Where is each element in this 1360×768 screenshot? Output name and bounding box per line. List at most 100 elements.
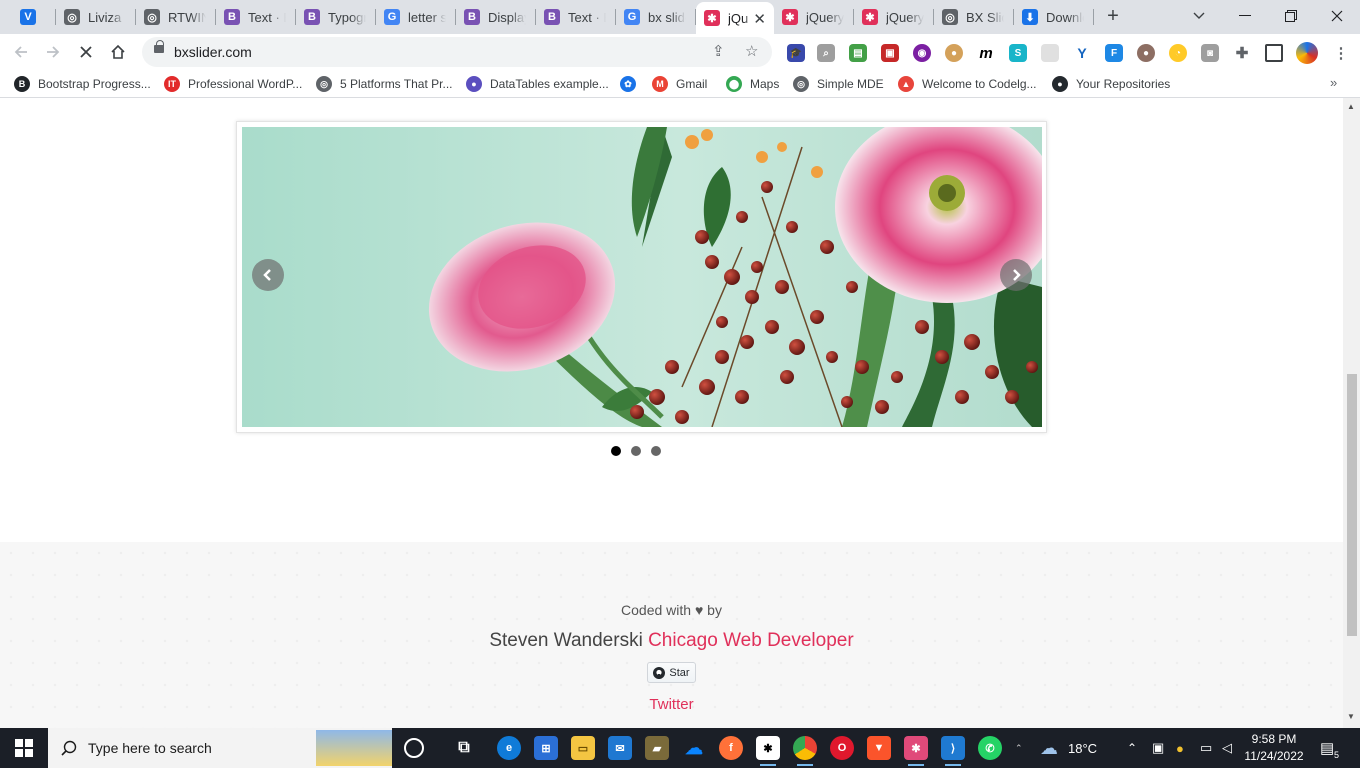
onedrive-icon[interactable]: ☁ bbox=[682, 736, 706, 760]
browser-tab[interactable]: ◎ BX Slide bbox=[934, 0, 1014, 34]
next-slide-button[interactable] bbox=[1000, 259, 1032, 291]
extension-badge-icon[interactable]: 🎓 bbox=[787, 44, 805, 62]
whatsapp-icon[interactable]: ✆ bbox=[978, 736, 1002, 760]
browser-tab[interactable]: ◎ RTWIN bbox=[136, 0, 216, 34]
bookmark-item[interactable]: ⬤ Maps bbox=[726, 75, 779, 93]
clock[interactable]: 9:58 PM 11/24/2022 bbox=[1238, 731, 1310, 765]
cortana-icon[interactable] bbox=[404, 738, 424, 758]
extension-camera-icon[interactable]: ◙ bbox=[1201, 44, 1219, 62]
brave-icon[interactable]: ▼ bbox=[867, 736, 891, 760]
volume-icon[interactable]: ◁ bbox=[1222, 728, 1232, 768]
firefox-icon[interactable]: f bbox=[719, 736, 743, 760]
bookmark-item[interactable]: M Gmail bbox=[652, 75, 707, 93]
bookmarks-overflow-icon[interactable]: » bbox=[1330, 75, 1337, 90]
weather-widget[interactable]: ☁ 18°C bbox=[1040, 728, 1097, 768]
prev-slide-button[interactable] bbox=[252, 259, 284, 291]
extension-cookie-icon[interactable]: ● bbox=[945, 44, 963, 62]
bookmark-item[interactable]: ◎ 5 Platforms That Pr... bbox=[316, 75, 453, 93]
extension-y-icon[interactable]: Y bbox=[1073, 44, 1091, 62]
show-hidden-icons[interactable]: ⌃ bbox=[1127, 728, 1137, 768]
profile-avatar-icon[interactable] bbox=[1296, 42, 1318, 64]
new-tab-button[interactable]: + bbox=[1100, 5, 1126, 29]
extension-timer-icon[interactable]: ◔ bbox=[1169, 44, 1187, 62]
action-center-button[interactable]: ▤ 5 bbox=[1320, 728, 1342, 768]
browser-tab[interactable]: ◎ Liviza D bbox=[56, 0, 136, 34]
bookmark-item[interactable]: ◎ Simple MDE bbox=[793, 75, 884, 93]
author-link[interactable]: Chicago Web Developer bbox=[648, 630, 854, 651]
side-panel-icon[interactable] bbox=[1265, 44, 1283, 62]
browser-tab[interactable]: B Text · Bo bbox=[536, 0, 616, 34]
bookmark-item[interactable]: B Bootstrap Progress... bbox=[14, 75, 151, 93]
vertical-scrollbar[interactable]: ▲ ▼ bbox=[1343, 98, 1360, 728]
share-icon[interactable]: ⇪ bbox=[712, 42, 725, 60]
extension-s-icon[interactable]: S bbox=[1009, 44, 1027, 62]
bookmark-star-icon[interactable]: ☆ bbox=[745, 42, 758, 60]
bookmark-item[interactable]: IT Professional WordP... bbox=[164, 75, 302, 93]
more-menu-icon[interactable]: ⋮ bbox=[1332, 44, 1350, 62]
tab-search-button[interactable] bbox=[1176, 0, 1222, 32]
close-tab-icon[interactable]: ✕ bbox=[753, 10, 766, 28]
bookmark-item[interactable]: ▲ Welcome to Codelg... bbox=[898, 75, 1037, 93]
bookmark-item[interactable]: ● Your Repositories bbox=[1052, 75, 1170, 93]
opera-icon[interactable]: O bbox=[830, 736, 854, 760]
app-icon[interactable]: ▰ bbox=[645, 736, 669, 760]
github-star-button[interactable]: Star bbox=[647, 662, 696, 683]
bookmark-label: Professional WordP... bbox=[188, 77, 303, 91]
browser-tab[interactable]: B Typogra bbox=[296, 0, 376, 34]
vscode-icon[interactable]: ⟩ bbox=[941, 736, 965, 766]
google-icon: G bbox=[384, 9, 400, 25]
extension-m-icon[interactable]: m bbox=[977, 44, 995, 62]
network-icon[interactable]: ▭ bbox=[1200, 728, 1212, 768]
color-app-icon[interactable]: ✱ bbox=[904, 736, 928, 766]
mail-icon[interactable]: ✉ bbox=[608, 736, 632, 760]
store-icon[interactable]: ⊞ bbox=[534, 736, 558, 760]
edge-icon[interactable]: e bbox=[497, 736, 521, 760]
pager-dot[interactable] bbox=[611, 446, 621, 456]
extension-colorpicker-icon[interactable]: ◉ bbox=[913, 44, 931, 62]
back-button[interactable] bbox=[9, 40, 33, 64]
scroll-down-icon[interactable]: ▼ bbox=[1347, 712, 1355, 721]
tray-expand-icon[interactable]: ⌃ bbox=[1015, 728, 1023, 768]
pager-dot[interactable] bbox=[631, 446, 641, 456]
taskbar-search-box[interactable]: Type here to search bbox=[48, 728, 392, 768]
browser-tab[interactable]: ✱ jQu ✕ bbox=[696, 2, 774, 34]
arrow-left-icon bbox=[14, 46, 27, 58]
minimize-button[interactable] bbox=[1222, 0, 1268, 32]
slider-pager bbox=[611, 446, 661, 456]
home-button[interactable] bbox=[106, 40, 130, 64]
scroll-thumb[interactable] bbox=[1347, 374, 1357, 636]
warning-icon[interactable]: ● bbox=[1176, 728, 1184, 768]
extension-blank-icon[interactable] bbox=[1041, 44, 1059, 62]
close-window-button[interactable] bbox=[1314, 0, 1360, 32]
browser-tab[interactable]: Gletter sp bbox=[376, 0, 456, 34]
restore-button[interactable] bbox=[1268, 0, 1314, 32]
bookmark-item[interactable]: ● DataTables example... bbox=[466, 75, 609, 93]
browser-tab[interactable]: ⬇ Downlo bbox=[1014, 0, 1094, 34]
extension-grid-icon[interactable]: ▣ bbox=[881, 44, 899, 62]
extension-search-icon[interactable]: ⌕ bbox=[817, 44, 835, 62]
tab-title: Text · Bo bbox=[248, 9, 286, 25]
browser-tab[interactable]: Gbx slide bbox=[616, 0, 696, 34]
browser-tab[interactable]: B Display bbox=[456, 0, 536, 34]
scroll-up-icon[interactable]: ▲ bbox=[1347, 102, 1355, 111]
extension-print-icon[interactable]: ▤ bbox=[849, 44, 867, 62]
stop-loading-button[interactable] bbox=[74, 40, 98, 64]
browser-tab[interactable]: B Text · Bo bbox=[216, 0, 296, 34]
chrome-icon[interactable] bbox=[793, 736, 817, 766]
extensions-puzzle-icon[interactable]: ✚ bbox=[1233, 44, 1251, 62]
browser-tab[interactable]: V bbox=[12, 0, 56, 34]
pager-dot[interactable] bbox=[651, 446, 661, 456]
browser-tab[interactable]: ✱ jQuery bbox=[774, 0, 854, 34]
meet-now-icon[interactable]: ▣ bbox=[1152, 728, 1164, 768]
browser-tab[interactable]: ✱ jQuery bbox=[854, 0, 934, 34]
slack-icon[interactable]: ✱ bbox=[756, 736, 780, 766]
task-view-icon[interactable]: ⧉ bbox=[452, 736, 476, 760]
twitter-link[interactable]: Twitter bbox=[0, 696, 1343, 713]
start-button[interactable] bbox=[0, 728, 48, 768]
forward-button[interactable] bbox=[41, 40, 65, 64]
extension-ff-icon[interactable]: F bbox=[1105, 44, 1123, 62]
address-bar[interactable]: bxslider.com ⇪ ☆ bbox=[142, 37, 772, 67]
file-explorer-icon[interactable]: ▭ bbox=[571, 736, 595, 760]
bookmark-item[interactable]: ✿ bbox=[620, 75, 644, 93]
extension-cookie2-icon[interactable]: ● bbox=[1137, 44, 1155, 62]
